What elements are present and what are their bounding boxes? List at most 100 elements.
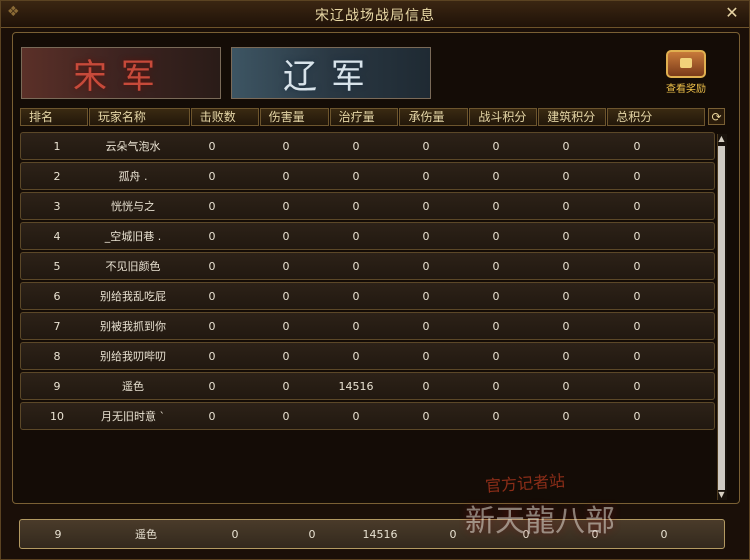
table-row[interactable]: 9 遥色 0 0 14516 0 0 0 0 (20, 372, 715, 400)
cell-kills: 0 (208, 199, 216, 213)
cell-kills: 0 (208, 229, 216, 243)
cell-total-score: 0 (633, 259, 641, 273)
cell-player-name: 别给我乱吃屁 (100, 290, 166, 303)
treasure-chest-icon (666, 50, 706, 78)
my-damage: 0 (308, 527, 316, 541)
cell-building-score: 0 (562, 259, 570, 273)
cell-player-name: 恍恍与之 (111, 200, 155, 213)
cell-damage: 0 (282, 319, 290, 333)
cell-building-score: 0 (562, 289, 570, 303)
column-header-kills[interactable]: 击败数 (190, 108, 259, 126)
table-row[interactable]: 10 月无旧时意 ` 0 0 0 0 0 0 0 (20, 402, 715, 430)
cell-building-score: 0 (562, 199, 570, 213)
close-icon[interactable]: ✕ (723, 4, 741, 22)
cell-heal: 0 (352, 319, 360, 333)
cell-rank: 2 (53, 169, 61, 183)
cell-rank: 4 (53, 229, 61, 243)
table-row[interactable]: 3 恍恍与之 0 0 0 0 0 0 0 (20, 192, 715, 220)
cell-kills: 0 (208, 259, 216, 273)
cell-heal: 0 (352, 199, 360, 213)
cell-rank: 7 (53, 319, 61, 333)
cell-total-score: 0 (633, 169, 641, 183)
column-header-rank[interactable]: 排名 (20, 108, 88, 126)
cell-rank: 9 (53, 379, 61, 393)
column-header-damage[interactable]: 伤害量 (259, 108, 329, 126)
cell-damage: 0 (282, 259, 290, 273)
song-faction-banner[interactable]: 宋军 (21, 47, 221, 99)
my-heal: 14516 (362, 527, 398, 541)
cell-battle-score: 0 (492, 139, 500, 153)
column-header-battle-score[interactable]: 战斗积分 (469, 108, 538, 126)
cell-rank: 8 (53, 349, 61, 363)
view-reward-button[interactable]: 查看奖励 (654, 48, 718, 95)
liao-faction-banner[interactable]: 辽军 (231, 47, 431, 99)
cell-kills: 0 (208, 409, 216, 423)
cell-damage-taken: 0 (422, 169, 430, 183)
table-row[interactable]: 2 孤舟 . 0 0 0 0 0 0 0 (20, 162, 715, 190)
cell-damage-taken: 0 (422, 349, 430, 363)
cell-damage-taken: 0 (422, 199, 430, 213)
cell-total-score: 0 (633, 139, 641, 153)
cell-damage-taken: 0 (422, 229, 430, 243)
cell-rank: 10 (50, 409, 64, 423)
column-header-total-score[interactable]: 总积分 (607, 108, 706, 126)
table-row[interactable]: 7 别被我抓到你 0 0 0 0 0 0 0 (20, 312, 715, 340)
scroll-up-arrow-icon[interactable]: ▲ (717, 134, 726, 144)
scroll-down-arrow-icon[interactable]: ▼ (717, 490, 726, 500)
cell-heal: 0 (352, 169, 360, 183)
cell-player-name: 别被我抓到你 (100, 320, 166, 333)
cell-battle-score: 0 (492, 229, 500, 243)
refresh-icon[interactable]: ⟳ (708, 108, 725, 125)
cell-total-score: 0 (633, 379, 641, 393)
cell-damage-taken: 0 (422, 139, 430, 153)
cell-damage-taken: 0 (422, 319, 430, 333)
view-reward-label: 查看奖励 (666, 84, 706, 95)
my-building-score: 0 (591, 527, 599, 541)
table-row[interactable]: 4 _空城旧巷 . 0 0 0 0 0 0 0 (20, 222, 715, 250)
column-header-name[interactable]: 玩家名称 (88, 108, 190, 126)
cell-battle-score: 0 (492, 259, 500, 273)
cell-total-score: 0 (633, 289, 641, 303)
cell-battle-score: 0 (492, 289, 500, 303)
cell-battle-score: 0 (492, 319, 500, 333)
cell-damage-taken: 0 (422, 259, 430, 273)
cell-heal: 0 (352, 409, 360, 423)
cell-damage: 0 (282, 379, 290, 393)
cell-kills: 0 (208, 379, 216, 393)
my-battle-score: 0 (522, 527, 530, 541)
cell-damage: 0 (282, 409, 290, 423)
window-title: 宋辽战场战局信息 (315, 8, 435, 24)
cell-player-name: 云朵气泡水 (105, 140, 161, 153)
table-row[interactable]: 6 别给我乱吃屁 0 0 0 0 0 0 0 (20, 282, 715, 310)
cell-player-name: 别给我叨哔叨 (100, 350, 166, 363)
scrollbar-thumb[interactable] (718, 146, 725, 490)
column-header-heal[interactable]: 治疗量 (329, 108, 399, 126)
my-kills: 0 (231, 527, 239, 541)
cell-player-name: 月无旧时意 ` (101, 410, 165, 423)
my-ranking-row: 9 遥色 0 0 14516 0 0 0 0 (19, 519, 725, 549)
table-row[interactable]: 5 不见旧颜色 0 0 0 0 0 0 0 (20, 252, 715, 280)
cell-rank: 3 (53, 199, 61, 213)
cell-building-score: 0 (562, 229, 570, 243)
cell-building-score: 0 (562, 139, 570, 153)
table-header: 排名 玩家名称 击败数 伤害量 治疗量 承伤量 战斗积分 建筑积分 总积分 (20, 108, 706, 126)
cell-damage: 0 (282, 349, 290, 363)
cell-building-score: 0 (562, 319, 570, 333)
column-header-building-score[interactable]: 建筑积分 (538, 108, 607, 126)
cell-kills: 0 (208, 169, 216, 183)
column-header-taken[interactable]: 承伤量 (399, 108, 469, 126)
cell-damage: 0 (282, 229, 290, 243)
my-total-score: 0 (660, 527, 668, 541)
cell-player-name: 遥色 (122, 380, 144, 393)
my-rank: 9 (54, 527, 62, 541)
cell-heal: 0 (352, 229, 360, 243)
table-row[interactable]: 1 云朵气泡水 0 0 0 0 0 0 0 (20, 132, 715, 160)
cell-player-name: 不见旧颜色 (105, 260, 161, 273)
cell-heal: 14516 (338, 379, 374, 393)
table-row[interactable]: 8 别给我叨哔叨 0 0 0 0 0 0 0 (20, 342, 715, 370)
cell-rank: 1 (53, 139, 61, 153)
cell-damage-taken: 0 (422, 409, 430, 423)
cell-rank: 6 (53, 289, 61, 303)
cell-building-score: 0 (562, 349, 570, 363)
cell-damage: 0 (282, 139, 290, 153)
